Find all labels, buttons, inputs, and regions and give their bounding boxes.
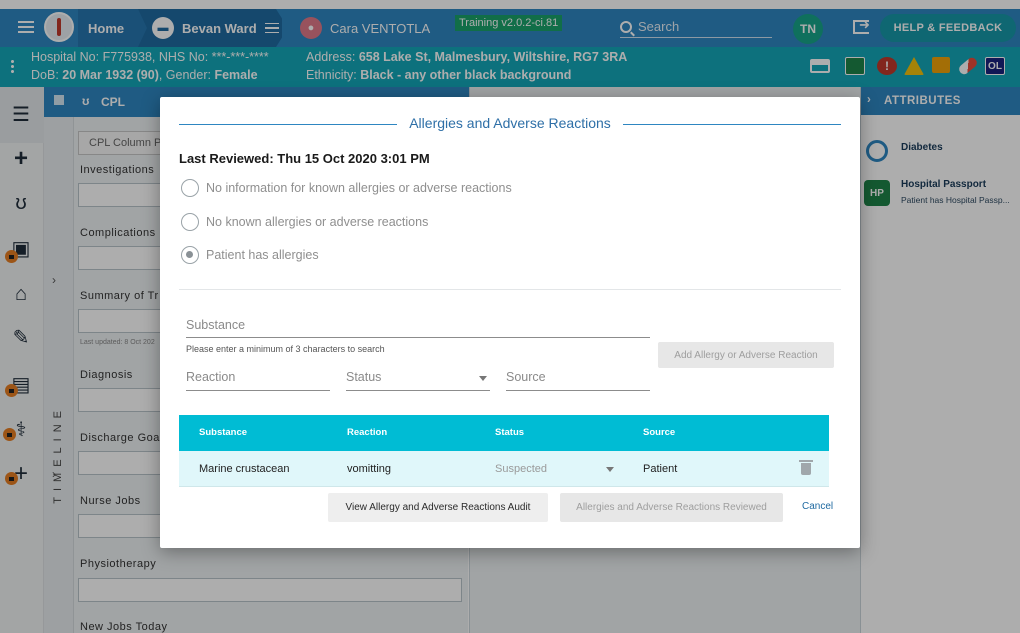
reviewed-button[interactable]: Allergies and Adverse Reactions Reviewed	[560, 493, 783, 522]
cell-reaction[interactable]: vomitting	[347, 451, 391, 487]
allergy-table-header: Substance Reaction Status Source	[179, 415, 829, 451]
col-source: Source	[643, 427, 676, 438]
cell-status[interactable]: Suspected	[495, 451, 547, 487]
chevron-down-icon[interactable]	[479, 376, 487, 381]
radio-label-no-known[interactable]: No known allergies or adverse reactions	[206, 215, 428, 229]
cell-source: Patient	[643, 463, 678, 475]
cancel-button[interactable]: Cancel	[802, 501, 833, 512]
add-allergy-button[interactable]: Add Allergy or Adverse Reaction	[658, 342, 834, 368]
substance-input[interactable]: Substance	[186, 318, 245, 332]
title-rule-right	[623, 124, 841, 125]
source-underline	[506, 390, 650, 391]
modal-title: Allergies and Adverse Reactions	[409, 115, 611, 131]
substance-hint: Please enter a minimum of 3 characters t…	[186, 344, 385, 354]
col-substance: Substance	[199, 427, 248, 438]
trash-icon[interactable]	[799, 460, 813, 475]
radio-label-has-allergies[interactable]: Patient has allergies	[206, 248, 319, 262]
allergies-modal: Allergies and Adverse Reactions Last Rev…	[160, 97, 860, 548]
view-audit-button[interactable]: View Allergy and Adverse Reactions Audit	[328, 493, 548, 522]
col-status: Status	[495, 427, 525, 438]
status-select[interactable]: Status	[346, 370, 381, 384]
reaction-input[interactable]: Reaction	[186, 370, 235, 384]
source-input[interactable]: Source	[506, 370, 546, 384]
radio-no-known-allergies[interactable]	[181, 213, 199, 231]
chevron-down-icon[interactable]	[606, 467, 614, 472]
reaction-underline	[186, 390, 330, 391]
radio-no-information[interactable]	[181, 179, 199, 197]
table-row: Marine crustacean vomitting Suspected Pa…	[179, 451, 829, 487]
title-rule-left	[179, 124, 397, 125]
section-divider	[179, 289, 841, 290]
substance-underline	[186, 337, 650, 338]
status-underline	[346, 390, 490, 391]
last-reviewed-text: Last Reviewed: Thu 15 Oct 2020 3:01 PM	[179, 151, 430, 166]
radio-label-no-information[interactable]: No information for known allergies or ad…	[206, 181, 512, 195]
cell-substance: Marine crustacean	[199, 463, 290, 475]
col-reaction: Reaction	[347, 427, 388, 438]
radio-patient-has-allergies[interactable]	[181, 246, 199, 264]
